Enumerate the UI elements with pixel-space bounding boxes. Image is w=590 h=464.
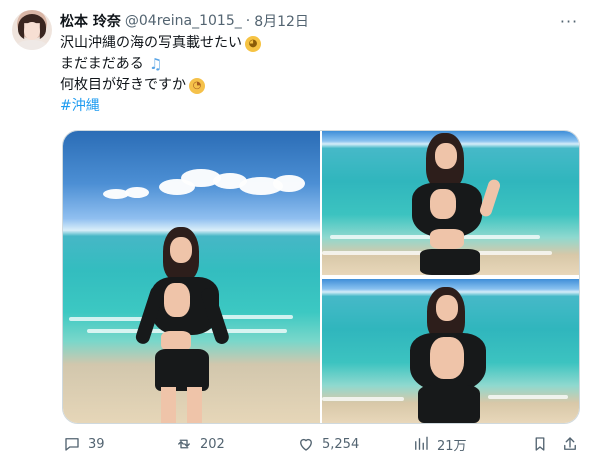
reply-count: 39: [88, 436, 105, 452]
heart-icon: [296, 434, 316, 454]
hand-over-mouth-emoji-icon: ◔: [189, 77, 205, 94]
musical-notes-emoji-icon: ♫: [149, 55, 163, 73]
retweet-icon: [174, 434, 194, 454]
user-handle[interactable]: @04reina_1015_: [125, 13, 242, 29]
tweet-line-1: 沢山沖縄の海の写真載せたい ◕: [60, 33, 560, 54]
tweet-header: 松本 玲奈 @04reina_1015_ · 8月12日: [60, 11, 309, 31]
beach-photo-1[interactable]: [63, 131, 320, 423]
share-icon: [560, 434, 580, 454]
avatar[interactable]: [12, 10, 52, 50]
separator-dot: ·: [245, 13, 251, 29]
views-button[interactable]: 21万: [411, 432, 467, 456]
beach-photo-3[interactable]: [322, 279, 579, 423]
tweet-line-2: まだまだある ♫: [60, 54, 560, 75]
tweet-line-1-text: 沢山沖縄の海の写真載せたい: [60, 35, 242, 51]
post-date[interactable]: 8月12日: [254, 11, 309, 31]
tweet-line-3: 何枚目が好きですか ◔: [60, 75, 560, 96]
retweet-count: 202: [200, 436, 225, 452]
hashtag-okinawa[interactable]: #沖縄: [60, 96, 100, 117]
like-count: 5,254: [322, 436, 360, 452]
bookmark-icon: [530, 434, 550, 454]
tweet-text: 沢山沖縄の海の写真載せたい ◕ まだまだある ♫ 何枚目が好きですか ◔ #沖縄: [60, 33, 560, 117]
view-count: 21万: [437, 438, 467, 454]
tweet-actions: 39 202 5,254 21万: [56, 432, 580, 456]
tweet-line-3-text: 何枚目が好きですか: [60, 77, 186, 93]
tweet-line-2-text: まだまだある: [60, 56, 144, 72]
more-icon: ···: [559, 11, 579, 31]
reply-icon: [62, 434, 82, 454]
like-button[interactable]: 5,254: [296, 432, 359, 456]
retweet-button[interactable]: 202: [174, 432, 225, 456]
tweet-card[interactable]: 松本 玲奈 @04reina_1015_ · 8月12日 ··· 沢山沖縄の海の…: [0, 0, 590, 464]
pleading-face-emoji-icon: ◕: [245, 35, 261, 52]
share-button[interactable]: [560, 432, 580, 456]
bookmark-button[interactable]: [530, 432, 550, 456]
beach-photo-2[interactable]: [322, 131, 579, 275]
hashtag-line: #沖縄: [60, 96, 560, 117]
media-grid: [62, 130, 580, 424]
display-name[interactable]: 松本 玲奈: [60, 11, 121, 31]
reply-button[interactable]: 39: [62, 432, 105, 456]
views-icon: [411, 434, 431, 454]
more-options-button[interactable]: ···: [558, 11, 580, 31]
